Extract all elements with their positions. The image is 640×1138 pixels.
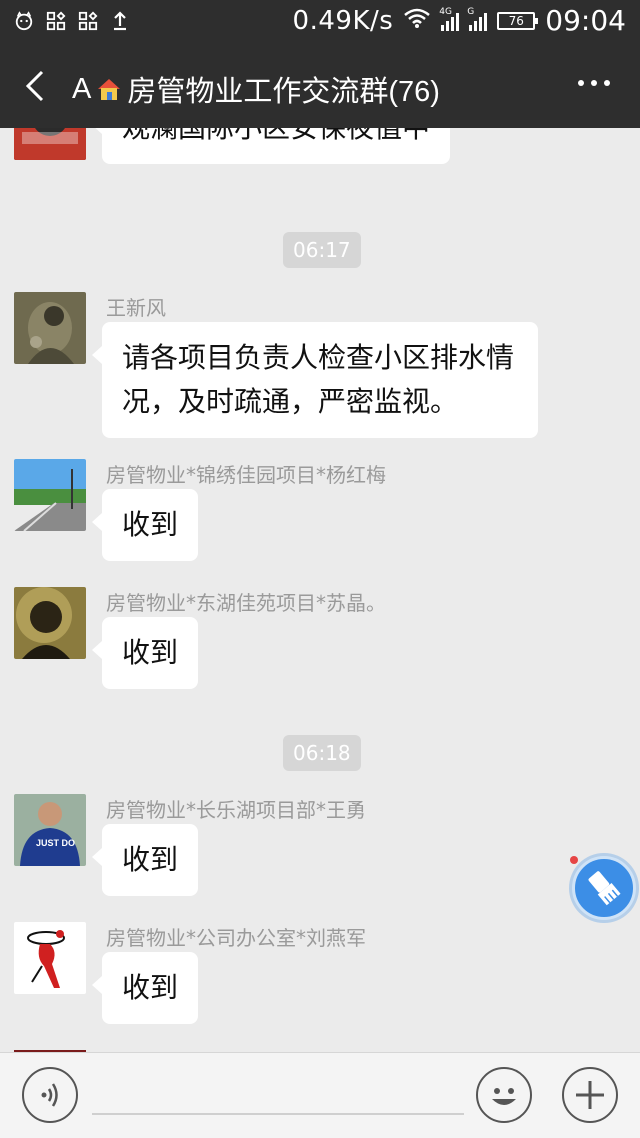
- input-bar: [0, 1052, 640, 1138]
- back-arrow-icon[interactable]: [20, 66, 50, 106]
- network-speed: 0.49K/s: [292, 5, 394, 36]
- timestamp: 06:18: [283, 735, 361, 771]
- message-list[interactable]: 观澜国际小区安保夜值中 06:17 王新风 请各项目负责人检查小区排水情况，及时…: [0, 128, 640, 1052]
- message-bubble[interactable]: 观澜国际小区安保夜值中: [91, 128, 451, 164]
- sender-name: 房管物业*公司办公室*刘燕军: [106, 926, 366, 950]
- plus-icon: [576, 1081, 604, 1109]
- floating-brush-button[interactable]: [572, 856, 636, 920]
- wifi-icon: [403, 6, 431, 36]
- sender-avatar[interactable]: JUST DO: [14, 794, 86, 866]
- network-type-label-2: G: [467, 6, 475, 17]
- system-indicators: 0.49K/s 4G G 76 09:04: [293, 4, 626, 37]
- sender-avatar[interactable]: [14, 459, 86, 531]
- message-bubble[interactable]: 收到: [91, 824, 199, 896]
- group-name: 房管物业工作交流群(76): [127, 76, 440, 108]
- voice-input-button[interactable]: [22, 1067, 78, 1123]
- more-options-icon[interactable]: [578, 80, 610, 86]
- status-bar: 0.49K/s 4G G 76 09:04: [0, 0, 640, 44]
- more-functions-button[interactable]: [562, 1067, 618, 1123]
- signal-icon-sim2: G: [467, 7, 488, 31]
- house-icon: [95, 75, 123, 103]
- title-prefix: A: [72, 72, 92, 105]
- voice-icon: [41, 1083, 58, 1107]
- notification-icons: [14, 10, 130, 32]
- chat-header: A 房管物业工作交流群(76): [0, 44, 640, 128]
- group-title: A 房管物业工作交流群(76): [72, 68, 440, 110]
- network-type-label: 4G: [439, 6, 452, 17]
- battery-level: 76: [508, 13, 524, 28]
- message-bubble[interactable]: 收到: [91, 489, 199, 561]
- sender-name: 房管物业*锦绣佳园项目*杨红梅: [106, 463, 386, 487]
- sender-avatar[interactable]: [14, 292, 86, 364]
- message-bubble[interactable]: 收到: [91, 952, 199, 1024]
- sender-avatar[interactable]: [14, 587, 86, 659]
- app-grid-icon: [46, 10, 66, 32]
- signal-icon-sim1: 4G: [439, 7, 460, 31]
- sender-avatar[interactable]: [14, 922, 86, 994]
- sender-name: 房管物业*东湖佳苑项目*苏晶。: [106, 591, 386, 615]
- message-bubble[interactable]: 收到: [91, 617, 199, 689]
- battery-icon: 76: [497, 11, 539, 30]
- cat-face-icon: [14, 10, 34, 32]
- avatar-shirt-text: JUST DO: [36, 838, 75, 848]
- clock: 09:04: [545, 4, 626, 37]
- smiley-icon: [492, 1088, 516, 1105]
- brush-icon: [588, 871, 621, 906]
- message-input[interactable]: [92, 1113, 464, 1115]
- sender-name: 房管物业*长乐湖项目部*王勇: [106, 798, 366, 822]
- sender-avatar[interactable]: [14, 128, 86, 160]
- sender-name: 王新风: [106, 296, 166, 320]
- upload-icon: [110, 10, 130, 32]
- timestamp: 06:17: [283, 232, 361, 268]
- emoji-button[interactable]: [476, 1067, 532, 1123]
- app-grid-icon-2: [78, 10, 98, 32]
- message-bubble[interactable]: 请各项目负责人检查小区排水情况，及时疏通，严密监视。: [92, 322, 538, 438]
